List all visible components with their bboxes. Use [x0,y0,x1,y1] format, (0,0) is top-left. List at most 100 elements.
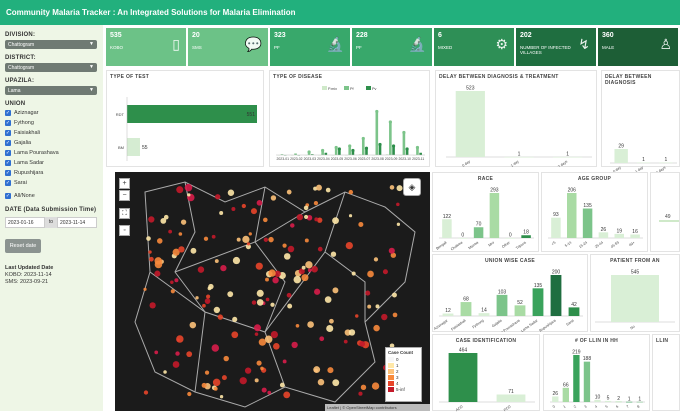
bar[interactable] [584,362,590,402]
case-point[interactable] [291,342,297,348]
case-point[interactable] [227,291,233,297]
case-point[interactable] [367,271,374,278]
bar[interactable] [497,395,526,402]
case-point[interactable] [332,379,339,386]
case-point[interactable] [288,246,295,253]
case-point[interactable] [259,339,266,346]
bar[interactable] [497,295,508,316]
case-point[interactable] [149,257,154,262]
union-checkbox-faisiakhali[interactable]: ✓Faisiakhali [5,129,98,137]
case-point[interactable] [266,298,270,302]
bar[interactable] [419,153,422,155]
case-point[interactable] [397,223,400,226]
case-point[interactable] [318,379,325,386]
case-point[interactable] [214,387,218,391]
bar[interactable] [573,355,579,402]
case-point[interactable] [297,214,303,220]
case-point[interactable] [263,218,268,223]
bar[interactable] [552,396,558,402]
case-point[interactable] [208,287,212,291]
case-point[interactable] [280,383,285,388]
case-point[interactable] [331,251,336,256]
layers-icon[interactable]: ◈ [403,178,421,196]
reset-date-button[interactable]: Reset date [5,239,41,253]
bar[interactable] [389,122,392,155]
case-point[interactable] [247,242,250,245]
case-point[interactable] [302,266,306,270]
case-point[interactable] [206,295,210,299]
case-point[interactable] [205,371,209,375]
case-point[interactable] [267,391,271,395]
case-point[interactable] [191,248,197,254]
bar[interactable] [614,149,627,163]
case-point[interactable] [187,392,191,396]
case-point[interactable] [383,269,388,274]
case-point[interactable] [344,340,348,344]
case-point[interactable] [389,248,395,254]
case-point[interactable] [329,319,334,324]
case-point[interactable] [202,304,206,308]
case-point[interactable] [148,216,154,222]
case-point[interactable] [255,332,259,336]
case-point[interactable] [232,317,237,322]
case-point[interactable] [237,238,241,242]
case-point[interactable] [257,361,262,366]
case-point[interactable] [163,370,167,374]
case-point[interactable] [392,293,397,298]
case-point[interactable] [265,335,273,343]
all-none-checkbox[interactable]: ✓All/None [5,192,98,200]
case-point[interactable] [283,360,287,364]
case-point[interactable] [332,217,339,224]
case-point[interactable] [190,322,196,328]
case-point[interactable] [257,200,263,206]
bar[interactable] [376,112,379,156]
case-point[interactable] [195,296,198,299]
case-point[interactable] [273,343,280,350]
bar[interactable] [127,105,257,123]
bar[interactable] [611,275,659,322]
case-point[interactable] [397,185,403,191]
case-point[interactable] [171,289,175,293]
case-point[interactable] [256,263,263,270]
case-point[interactable] [155,257,163,265]
case-point[interactable] [390,185,395,190]
case-point[interactable] [361,385,366,390]
case-point[interactable] [143,288,146,291]
case-point[interactable] [271,331,278,338]
union-checkbox-rupushijara[interactable]: ✓Rupushijara [5,169,98,177]
bar[interactable] [615,234,625,238]
case-point[interactable] [396,203,400,207]
case-point[interactable] [349,214,352,217]
case-point[interactable] [212,344,219,351]
case-point[interactable] [365,291,370,296]
case-point[interactable] [287,293,292,298]
case-point[interactable] [154,351,158,355]
bar[interactable] [461,302,472,316]
case-point[interactable] [242,204,246,208]
case-point[interactable] [215,194,220,199]
case-point[interactable] [254,324,261,331]
case-point[interactable] [265,278,269,282]
case-point[interactable] [268,269,275,276]
bar[interactable] [490,193,500,238]
case-point[interactable] [301,274,308,281]
case-map[interactable]: + − ⛶ ◦ ◈ [115,172,430,411]
case-point[interactable] [176,186,183,193]
case-point[interactable] [367,305,371,309]
case-point[interactable] [373,325,379,331]
bar[interactable] [325,153,328,155]
case-point[interactable] [319,336,324,341]
case-point[interactable] [231,207,235,211]
case-point[interactable] [262,388,267,393]
case-point[interactable] [168,230,172,234]
case-point[interactable] [242,236,249,243]
case-point[interactable] [148,250,151,253]
case-point[interactable] [222,375,227,380]
case-point[interactable] [181,219,186,224]
case-point[interactable] [316,185,322,191]
case-point[interactable] [308,268,312,272]
case-point[interactable] [185,184,193,192]
bar[interactable] [515,305,526,316]
reset-view-icon[interactable]: ◦ [119,225,130,236]
district-select[interactable]: Chattogram▼ [5,63,97,72]
